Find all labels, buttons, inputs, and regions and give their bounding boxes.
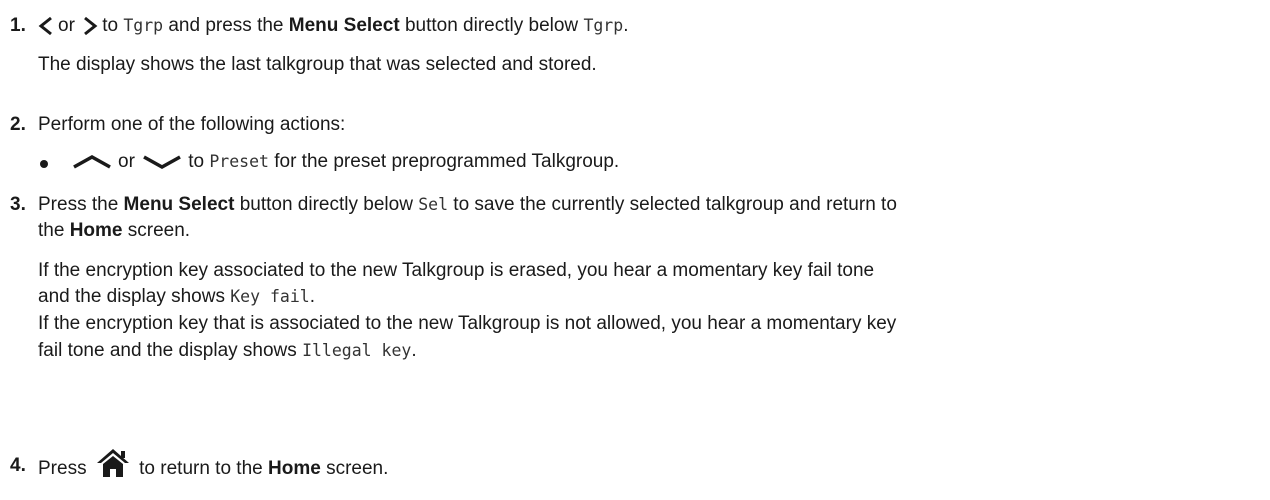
home-label-2: Home [268,458,321,480]
the-text: the [38,220,65,241]
to-text: to [102,15,119,36]
and-press-text: and press the [168,15,284,36]
or-text: or [58,15,75,36]
to-save-text: to save the currently selected talkgroup… [453,194,897,215]
screen-text: screen. [127,220,191,241]
directly-below-text: button directly below [404,15,579,36]
bullet-dot [40,160,48,168]
chevron-up-icon [72,154,112,169]
step-1-result: The display shows the last talkgroup tha… [38,54,597,75]
step-3-number: 3. [10,194,26,215]
code-tgrp-2: Tgrp [583,16,624,35]
step-2-text: Perform one of the following actions: [38,114,346,135]
step-4-number: 4. [10,455,26,476]
chevron-down-icon [142,155,182,169]
chevron-right-icon [82,16,98,36]
menu-select-label-2: Menu Select [123,194,235,215]
directly-below-text-2: button directly below [239,194,413,215]
step-2-bullet: or to Preset for the preset preprogramme… [72,150,619,174]
note-1-line-2: and the display shows Key fail. [38,285,315,309]
to-text-2: to [188,151,205,172]
or-text-2: or [118,151,135,172]
to-return-text: to return to the [139,458,263,480]
home-icon [96,448,130,478]
home-label: Home [69,220,123,241]
press-text: Press [38,458,87,480]
note-2-line-1: If the encryption key that is associated… [38,313,897,334]
code-tgrp: Tgrp [123,16,164,35]
note-1-line-1: If the encryption key associated to the … [38,260,875,281]
step-1-instruction: or to Tgrp and press the Menu Select but… [38,14,628,38]
chevron-left-icon [38,16,54,36]
step-4-line: Press to return to the Home screen. [38,449,389,484]
period-2: . [309,286,315,307]
code-sel: Sel [418,195,449,214]
code-illegal-key: Illegal key [302,341,412,360]
screen-text-2: screen. [326,458,389,480]
note-2-line-2: fail tone and the display shows Illegal … [38,339,417,363]
procedure-document: 1. or to Tgrp and press the Menu Select … [0,0,1270,500]
step-2-number: 2. [10,114,26,135]
code-key-fail: Key fail [230,287,310,306]
press-the-text: Press the [38,194,119,215]
note-1-text: and the display shows [38,286,225,307]
step-3-line-2: the Home screen. [38,219,190,243]
period: . [623,15,629,36]
code-preset: Preset [209,152,269,171]
step-1-number: 1. [10,15,26,36]
bullet-rest: for the preset preprogrammed Talkgroup. [274,151,620,172]
period-3: . [411,340,417,361]
step-3-line-1: Press the Menu Select button directly be… [38,193,897,217]
menu-select-label: Menu Select [288,15,400,36]
note-2-text: fail tone and the display shows [38,340,297,361]
